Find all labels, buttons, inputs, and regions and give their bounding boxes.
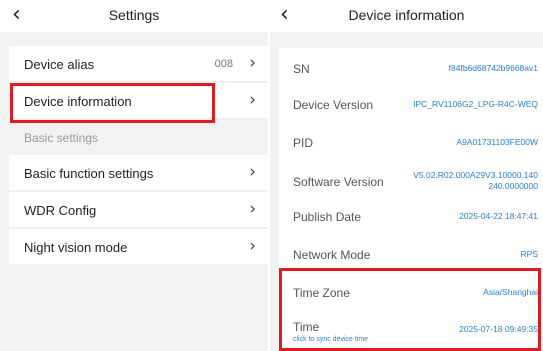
chevron-right-icon: › [249, 90, 256, 110]
device-version-label: Device Version [293, 98, 374, 112]
software-version-line1: V5.02.R02.000A29V3.10000.140 [413, 170, 538, 180]
pid-label: PID [293, 136, 314, 150]
settings-header: ‹ Settings [0, 0, 268, 32]
software-version-label: Software Version [293, 175, 384, 189]
settings-panel: ‹ Settings Device alias 008 › Device inf… [0, 0, 268, 351]
sn-label: SN [293, 62, 310, 76]
software-version-value: V5.02.R02.000A29V3.10000.140 240.0000000 [413, 170, 538, 192]
wdr-config-label: WDR Config [24, 203, 97, 218]
highlight-box [10, 83, 215, 123]
publish-date-label: Publish Date [293, 210, 362, 224]
software-version-line2: 240.0000000 [488, 181, 538, 191]
sn-value: f84fb6d68742b9668av1 [448, 63, 538, 73]
network-mode-label: Network Mode [293, 248, 371, 262]
info-row-pid: PID A9A01731103FE00W [279, 122, 543, 164]
page-title: Settings [108, 7, 160, 23]
device-alias-label: Device alias [24, 57, 95, 72]
network-mode-value: RPS [520, 249, 538, 259]
chevron-right-icon: › [249, 162, 256, 182]
publish-date-value: 2025-04-22 18:47:41 [459, 211, 538, 221]
device-alias-row[interactable]: Device alias 008 › [9, 46, 268, 82]
info-row-device-version: Device Version IPC_RV1106G2_LPG-R4C-WEQ [279, 84, 543, 126]
device-info-header: ‹ Device information [270, 0, 543, 32]
page-title: Device information [348, 7, 465, 23]
section-label: Basic settings [24, 131, 99, 145]
wdr-config-row[interactable]: WDR Config › [9, 192, 268, 228]
night-vision-mode-row[interactable]: Night vision mode › [9, 229, 268, 265]
screenshot: ‹ Settings Device alias 008 › Device inf… [0, 0, 543, 351]
basic-function-settings-label: Basic function settings [24, 166, 154, 181]
chevron-right-icon: › [249, 236, 256, 256]
chevron-right-icon: › [249, 199, 256, 219]
chevron-right-icon: › [249, 53, 256, 73]
device-version-value: IPC_RV1106G2_LPG-R4C-WEQ [413, 99, 538, 109]
pid-value: A9A01731103FE00W [456, 137, 538, 147]
night-vision-mode-label: Night vision mode [24, 240, 128, 255]
info-row-publish-date: Publish Date 2025-04-22 18:47:41 [279, 196, 543, 238]
basic-function-settings-row[interactable]: Basic function settings › [9, 155, 268, 191]
device-alias-value: 008 [214, 58, 233, 70]
highlight-box [279, 268, 541, 351]
